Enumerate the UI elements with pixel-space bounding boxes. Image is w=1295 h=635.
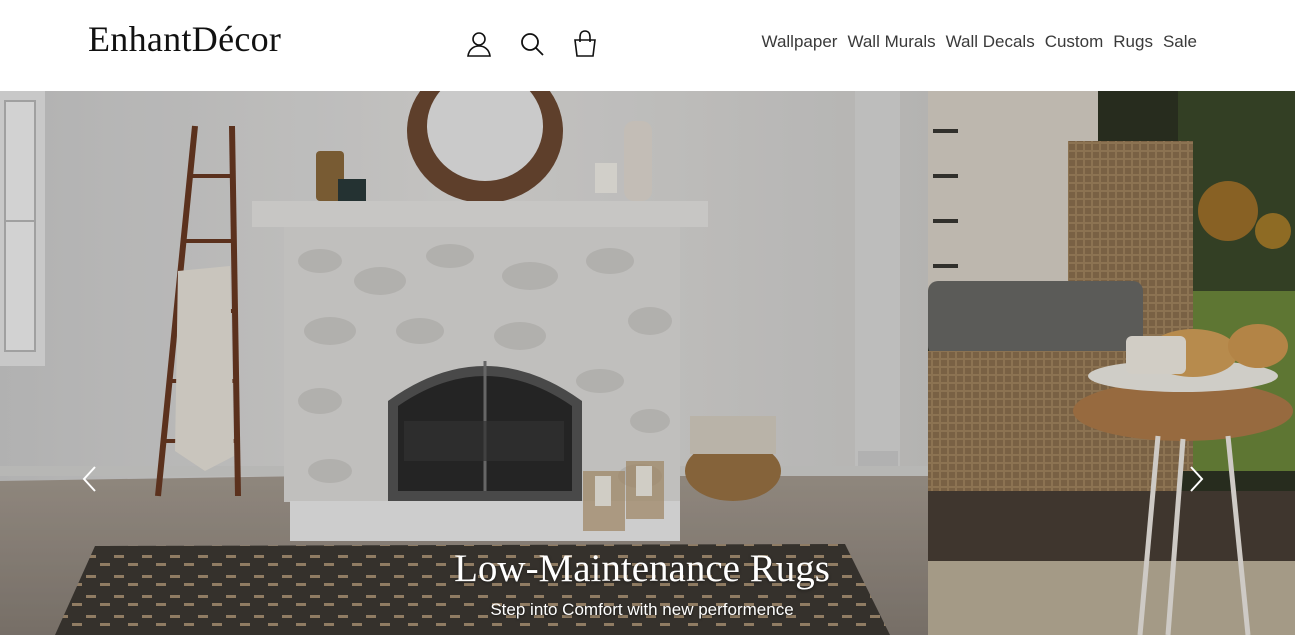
account-icon[interactable] (466, 30, 492, 58)
hero-slide-patio (928, 91, 1295, 635)
site-header: EnhantDécor Wallpaper Wall Murals Wall Dec… (0, 0, 1295, 91)
main-nav: Wallpaper Wall Murals Wall Decals Custom Rug… (762, 32, 1197, 52)
nav-link-custom[interactable]: Custom (1045, 32, 1104, 52)
nav-link-sale[interactable]: Sale (1163, 32, 1197, 52)
chevron-left-icon[interactable] (80, 464, 100, 494)
nav-link-wall-decals[interactable]: Wall Decals (946, 32, 1035, 52)
site-logo[interactable]: EnhantDécor (88, 18, 281, 60)
chevron-right-icon[interactable] (1186, 464, 1206, 494)
shopping-bag-icon[interactable] (572, 30, 598, 58)
header-icons (466, 30, 598, 58)
patio-scene-image (928, 91, 1295, 635)
nav-link-wallpaper[interactable]: Wallpaper (762, 32, 838, 52)
hero-subtitle: Step into Comfort with new performence (490, 600, 794, 619)
nav-link-wall-murals[interactable]: Wall Murals (847, 32, 935, 52)
hero-carousel: Low-Maintenance Rugs Step into Comfort w… (0, 91, 1295, 635)
nav-link-rugs[interactable]: Rugs (1113, 32, 1153, 52)
search-icon[interactable] (519, 30, 545, 58)
hero-title: Low-Maintenance Rugs (454, 547, 830, 590)
